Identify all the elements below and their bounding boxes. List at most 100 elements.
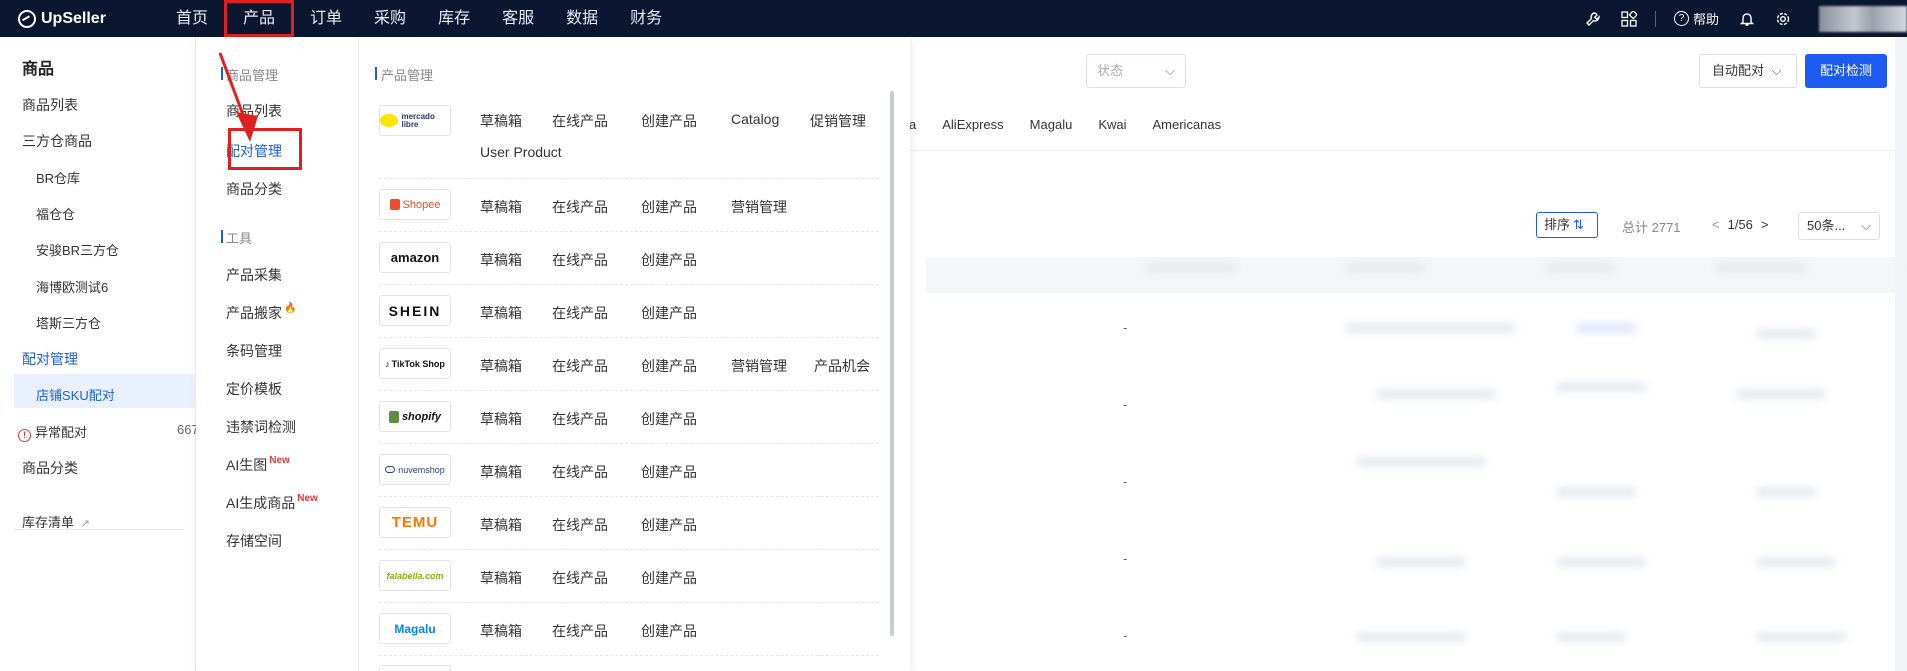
sidebar-item-fucang[interactable]: 福仓仓 — [36, 204, 75, 223]
menu-item-prohibited-words[interactable]: 违禁词检测 — [226, 417, 296, 437]
platform-row-mercadolibre: mercado libre 草稿箱 在线产品 创建产品 Catalog 促销管理… — [379, 95, 879, 179]
menu-item-ai-product[interactable]: AI生成商品 New — [226, 493, 318, 513]
sidebar-item-haibo-test[interactable]: 海博欧测试6 — [36, 277, 108, 296]
magalu-online-products-link[interactable]: 在线产品 — [552, 621, 608, 641]
menu-item-label: AI生成商品 — [226, 495, 296, 511]
nuvemshop-drafts-link[interactable]: 草稿箱 — [480, 462, 522, 482]
shein-drafts-link[interactable]: 草稿箱 — [480, 303, 522, 323]
table-cell-dash: - — [1123, 320, 1128, 335]
shopify-online-products-link[interactable]: 在线产品 — [552, 409, 608, 429]
shopee-online-products-link[interactable]: 在线产品 — [552, 197, 608, 217]
help-button[interactable]: ? 帮助 — [1673, 9, 1719, 28]
tab-aliexpress[interactable]: AliExpress — [942, 117, 1003, 132]
user-avatar[interactable] — [1819, 5, 1907, 32]
sidebar-item-anjun-br[interactable]: 安骏BR三方仓 — [36, 240, 119, 259]
amazon-online-products-link[interactable]: 在线产品 — [552, 250, 608, 270]
blurred-cell — [1756, 557, 1836, 567]
sidebar-item-3pl-products[interactable]: 三方仓商品 — [22, 131, 92, 151]
nuvemshop-online-products-link[interactable]: 在线产品 — [552, 462, 608, 482]
bell-icon[interactable] — [1739, 11, 1755, 27]
menu-item-storage[interactable]: 存储空间 — [226, 531, 282, 551]
nav-customer-service[interactable]: 客服 — [486, 0, 550, 37]
shein-logo-icon: SHEIN — [379, 295, 451, 326]
sidebar-item-abnormal-matching[interactable]: ! 异常配对 — [18, 422, 87, 442]
sidebar-item-inventory-list[interactable]: 库存清单 ↗ — [22, 512, 90, 531]
sidebar-item-store-sku-matching[interactable]: 店铺SKU配对 — [36, 385, 115, 404]
sort-button[interactable]: 排序 ⇅ — [1536, 212, 1598, 238]
ml-create-product-link[interactable]: 创建产品 — [641, 111, 697, 131]
temu-drafts-link[interactable]: 草稿箱 — [480, 515, 522, 535]
match-detect-button[interactable]: 配对检测 — [1805, 54, 1887, 88]
blurred-cell — [1556, 557, 1646, 567]
apps-icon[interactable] — [1621, 10, 1637, 27]
auto-match-button[interactable]: 自动配对 ⌵ — [1699, 54, 1797, 88]
menu-item-ai-image[interactable]: AI生图 New — [226, 455, 290, 475]
menu-item-pricing-template[interactable]: 定价模板 — [226, 379, 282, 399]
amazon-create-product-link[interactable]: 创建产品 — [641, 250, 697, 270]
falabella-create-product-link[interactable]: 创建产品 — [641, 568, 697, 588]
tiktok-marketing-link[interactable]: 营销管理 — [731, 356, 787, 376]
menu-item-category[interactable]: 商品分类 — [226, 179, 282, 199]
sidebar-item-br-warehouse[interactable]: BR仓库 — [36, 168, 80, 187]
sidebar-item-product-list[interactable]: 商品列表 — [22, 95, 78, 115]
nav-orders[interactable]: 订单 — [294, 0, 358, 37]
ml-catalog-link[interactable]: Catalog — [731, 111, 779, 127]
falabella-drafts-link[interactable]: 草稿箱 — [480, 568, 522, 588]
blurred-header — [1146, 263, 1236, 273]
shopee-create-product-link[interactable]: 创建产品 — [641, 197, 697, 217]
tiktok-create-product-link[interactable]: 创建产品 — [641, 356, 697, 376]
ml-drafts-link[interactable]: 草稿箱 — [480, 111, 522, 131]
top-nav: UpSeller 首页 产品 订单 采购 库存 客服 数据 财务 ? 帮助 — [0, 0, 1907, 37]
sort-label: 排序 — [1544, 217, 1571, 232]
temu-create-product-link[interactable]: 创建产品 — [641, 515, 697, 535]
nuvemshop-create-product-link[interactable]: 创建产品 — [641, 462, 697, 482]
nav-separator — [1654, 10, 1656, 27]
magalu-create-product-link[interactable]: 创建产品 — [641, 621, 697, 641]
nav-purchase[interactable]: 采购 — [358, 0, 422, 37]
nav-home[interactable]: 首页 — [160, 0, 224, 37]
tiktok-drafts-link[interactable]: 草稿箱 — [480, 356, 522, 376]
tiktok-opportunity-link[interactable]: 产品机会 — [814, 356, 870, 376]
nav-data[interactable]: 数据 — [550, 0, 614, 37]
ml-online-products-link[interactable]: 在线产品 — [552, 111, 608, 131]
nav-products[interactable]: 产品 — [224, 0, 295, 37]
shopee-marketing-link[interactable]: 营销管理 — [731, 197, 787, 217]
temu-online-products-link[interactable]: 在线产品 — [552, 515, 608, 535]
blurred-cell — [1756, 329, 1816, 339]
sidebar-item-tasi[interactable]: 塔斯三方仓 — [36, 313, 101, 332]
shein-online-products-link[interactable]: 在线产品 — [552, 303, 608, 323]
prev-page-icon[interactable]: < — [1712, 217, 1720, 232]
nav-inventory[interactable]: 库存 — [422, 0, 486, 37]
gear-icon[interactable] — [1775, 11, 1791, 27]
tab-americanas[interactable]: Americanas — [1153, 117, 1222, 132]
menu-scrollbar[interactable] — [890, 91, 894, 636]
menu-item-barcode[interactable]: 条码管理 — [226, 341, 282, 361]
page-size-select[interactable]: 50条... ⌵ — [1798, 212, 1880, 240]
shein-create-product-link[interactable]: 创建产品 — [641, 303, 697, 323]
sidebar-item-label: 异常配对 — [35, 425, 88, 440]
blurred-header — [1346, 263, 1426, 273]
tab-kwai[interactable]: Kwai — [1098, 117, 1126, 132]
falabella-online-products-link[interactable]: 在线产品 — [552, 568, 608, 588]
wrench-icon[interactable] — [1585, 11, 1601, 27]
ml-promotion-link[interactable]: 促销管理 — [810, 111, 866, 131]
shopify-create-product-link[interactable]: 创建产品 — [641, 409, 697, 429]
blurred-cell — [1346, 323, 1516, 333]
tab-magalu[interactable]: Magalu — [1030, 117, 1073, 132]
ml-user-product-link[interactable]: User Product — [480, 144, 562, 160]
sidebar-item-category[interactable]: 商品分类 — [22, 458, 78, 478]
amazon-drafts-link[interactable]: 草稿箱 — [480, 250, 522, 270]
menu-item-product-collect[interactable]: 产品采集 — [226, 265, 282, 285]
status-select[interactable]: 状态 ⌵ — [1086, 54, 1186, 88]
shopify-drafts-link[interactable]: 草稿箱 — [480, 409, 522, 429]
shopee-drafts-link[interactable]: 草稿箱 — [480, 197, 522, 217]
menu-item-product-migrate[interactable]: 产品搬家 🔥 — [226, 303, 296, 323]
tiktok-online-products-link[interactable]: 在线产品 — [552, 356, 608, 376]
upseller-logo[interactable]: UpSeller — [18, 9, 136, 28]
next-page-icon[interactable]: > — [1761, 217, 1769, 232]
magalu-drafts-link[interactable]: 草稿箱 — [480, 621, 522, 641]
chevron-down-icon: ⌵ — [1861, 218, 1871, 233]
status-placeholder: 状态 — [1097, 63, 1124, 78]
sidebar-item-matching[interactable]: 配对管理 — [22, 349, 78, 369]
nav-finance[interactable]: 财务 — [614, 0, 678, 37]
